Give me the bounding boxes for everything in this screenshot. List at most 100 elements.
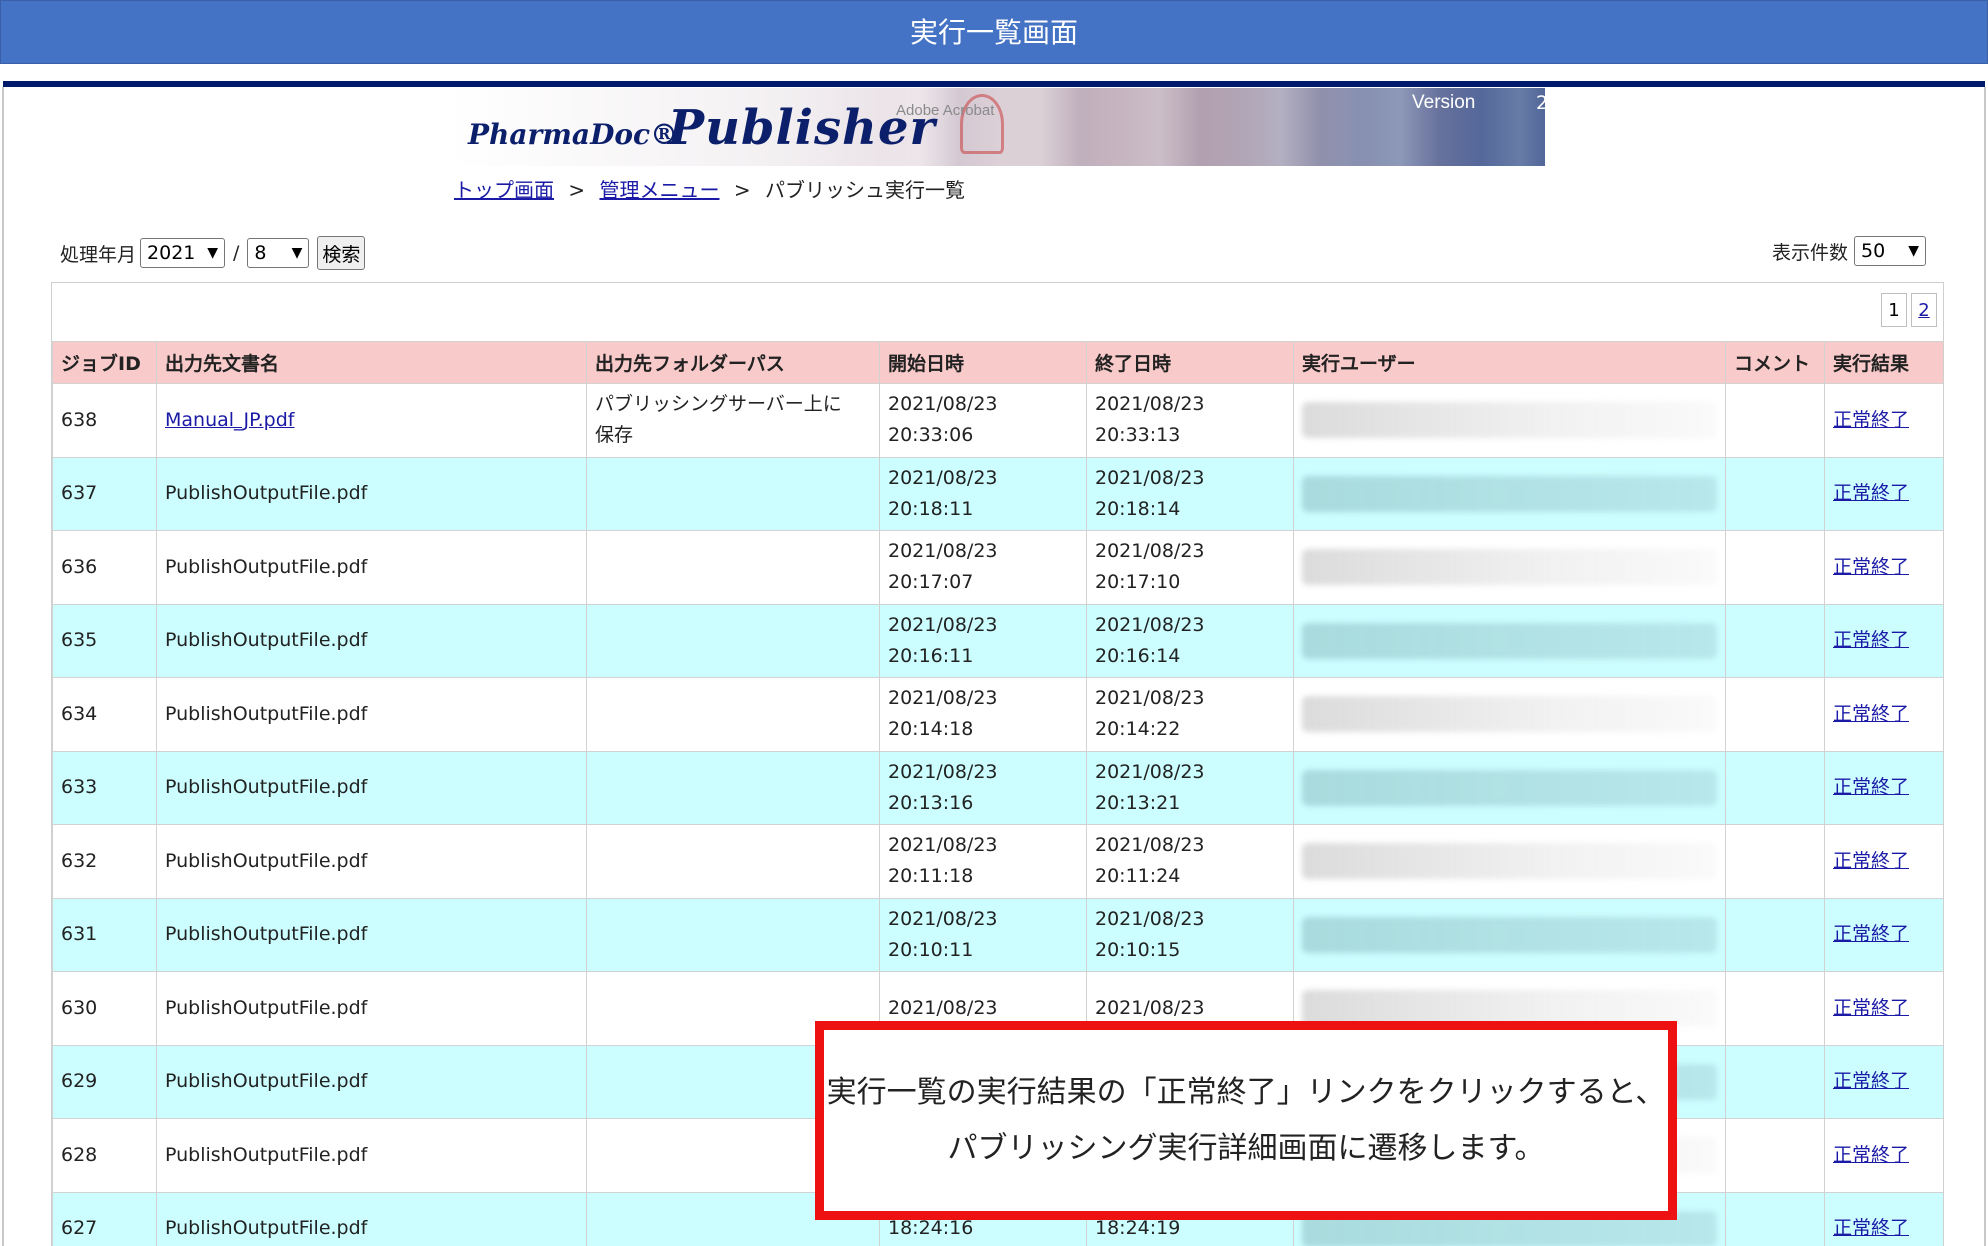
comment-cell xyxy=(1725,1118,1825,1193)
page-2-link[interactable]: 2 xyxy=(1911,293,1937,327)
output-file-name: PublishOutputFile.pdf xyxy=(165,849,368,872)
column-header-job-id: ジョブID xyxy=(52,341,157,384)
redacted-user xyxy=(1302,916,1717,953)
search-button[interactable]: 検索 xyxy=(317,236,366,270)
folder-path-line: 保存 xyxy=(595,424,634,447)
start-datetime-cell: 2021/08/23 20:18:11 xyxy=(879,456,1087,531)
result-cell: 正常終了 xyxy=(1824,1191,1943,1246)
end-datetime-cell: 2021/08/23 20:17:10 xyxy=(1086,530,1294,605)
output-name-cell: PublishOutputFile.pdf xyxy=(156,1191,587,1246)
breadcrumb-top-link[interactable]: トップ画面 xyxy=(454,178,554,202)
end-date: 2021/08/23 xyxy=(1095,760,1205,783)
display-count-select[interactable]: 50 ▼ xyxy=(1854,236,1927,266)
start-datetime-cell: 2021/08/23 20:10:11 xyxy=(879,897,1087,972)
month-select[interactable]: 8 ▼ xyxy=(247,238,310,268)
start-time: 20:10:11 xyxy=(888,938,974,961)
frame-border-left xyxy=(2,87,4,1246)
output-name-cell: PublishOutputFile.pdf xyxy=(156,677,587,752)
breadcrumb-admin-link[interactable]: 管理メニュー xyxy=(599,178,719,202)
output-file-name: PublishOutputFile.pdf xyxy=(165,482,368,505)
year-value: 2021 xyxy=(147,242,196,264)
comment-cell xyxy=(1725,1191,1825,1246)
result-success-link[interactable]: 正常終了 xyxy=(1833,703,1909,725)
end-date: 2021/08/23 xyxy=(1095,907,1205,930)
end-date: 2021/08/23 xyxy=(1095,613,1205,636)
start-time: 20:17:07 xyxy=(888,571,974,594)
user-cell xyxy=(1293,750,1726,825)
breadcrumb-separator: > xyxy=(733,178,751,202)
comment-cell xyxy=(1725,530,1825,605)
result-success-link[interactable]: 正常終了 xyxy=(1833,629,1909,651)
acrobat-label: Adobe Acrobat xyxy=(896,102,995,119)
start-time: 20:18:11 xyxy=(888,497,974,520)
result-success-link[interactable]: 正常終了 xyxy=(1833,1217,1909,1239)
job-id-cell: 632 xyxy=(52,824,157,899)
output-file-name: PublishOutputFile.pdf xyxy=(165,776,368,799)
start-date: 2021/08/23 xyxy=(888,393,998,416)
start-time: 20:11:18 xyxy=(888,865,974,888)
user-cell xyxy=(1293,824,1726,899)
result-success-link[interactable]: 正常終了 xyxy=(1833,409,1909,431)
display-count-value: 50 xyxy=(1861,240,1886,262)
start-date: 2021/08/23 xyxy=(888,540,998,563)
end-datetime-cell: 2021/08/23 20:16:14 xyxy=(1086,603,1294,678)
result-success-link[interactable]: 正常終了 xyxy=(1833,923,1909,945)
page-1: 1 xyxy=(1881,293,1907,327)
output-file-name: PublishOutputFile.pdf xyxy=(165,1070,368,1093)
start-time: 20:33:06 xyxy=(888,424,974,447)
year-select[interactable]: 2021 ▼ xyxy=(140,238,226,268)
result-cell: 正常終了 xyxy=(1824,824,1943,899)
table-row: 637 PublishOutputFile.pdf 2021/08/23 20:18:… xyxy=(52,456,1943,531)
start-datetime-cell: 2021/08/23 20:17:07 xyxy=(879,530,1087,605)
output-name-cell: PublishOutputFile.pdf xyxy=(156,1044,587,1119)
result-success-link[interactable]: 正常終了 xyxy=(1833,1144,1909,1166)
redacted-user xyxy=(1302,622,1717,659)
job-id-cell: 629 xyxy=(52,1044,157,1119)
result-cell: 正常終了 xyxy=(1824,750,1943,825)
month-value: 8 xyxy=(254,242,267,264)
chevron-down-icon: ▼ xyxy=(1908,243,1920,259)
display-count-label: 表示件数 xyxy=(1772,241,1849,264)
comment-cell xyxy=(1725,971,1825,1046)
end-datetime-cell: 2021/08/23 20:14:22 xyxy=(1086,677,1294,752)
job-id-cell: 627 xyxy=(52,1191,157,1246)
result-cell: 正常終了 xyxy=(1824,530,1943,605)
redacted-user xyxy=(1302,402,1717,439)
folder-path-cell xyxy=(586,603,880,678)
result-success-link[interactable]: 正常終了 xyxy=(1833,776,1909,798)
start-date: 2021/08/23 xyxy=(888,760,998,783)
start-time: 20:14:18 xyxy=(888,718,974,741)
folder-path-cell xyxy=(586,897,880,972)
output-name-cell: PublishOutputFile.pdf xyxy=(156,971,587,1046)
redacted-user xyxy=(1302,549,1717,586)
start-date: 2021/08/23 xyxy=(888,466,998,489)
start-datetime-cell: 2021/08/23 20:16:11 xyxy=(879,603,1087,678)
output-file-name: PublishOutputFile.pdf xyxy=(165,923,368,946)
comment-cell xyxy=(1725,750,1825,825)
window-title: 実行一覧画面 xyxy=(0,0,1988,64)
output-name-cell: PublishOutputFile.pdf xyxy=(156,456,587,531)
result-success-link[interactable]: 正常終了 xyxy=(1833,556,1909,578)
annotation-callout: 実行一覧の実行結果の「正常終了」リンクをクリックすると、 パブリッシング実行詳細… xyxy=(815,1021,1677,1220)
breadcrumb: トップ画面 > 管理メニュー > パブリッシュ実行一覧 xyxy=(454,174,965,203)
result-success-link[interactable]: 正常終了 xyxy=(1833,1070,1909,1092)
brand-pharmadoc: PharmaDoc® xyxy=(468,118,679,151)
chevron-down-icon: ▼ xyxy=(291,245,303,261)
user-cell xyxy=(1293,677,1726,752)
comment-cell xyxy=(1725,897,1825,972)
result-cell: 正常終了 xyxy=(1824,603,1943,678)
redacted-user xyxy=(1302,475,1717,512)
comment-cell xyxy=(1725,603,1825,678)
table-row: 638 Manual_JP.pdf パブリッシングサーバー上に 保存 2021/08/2… xyxy=(52,383,1943,458)
result-cell: 正常終了 xyxy=(1824,1118,1943,1193)
output-file-link[interactable]: Manual_JP.pdf xyxy=(165,409,295,431)
result-success-link[interactable]: 正常終了 xyxy=(1833,850,1909,872)
output-name-cell: PublishOutputFile.pdf xyxy=(156,897,587,972)
result-success-link[interactable]: 正常終了 xyxy=(1833,482,1909,504)
start-date: 2021/08/23 xyxy=(888,834,998,857)
user-cell xyxy=(1293,383,1726,458)
header-rule xyxy=(3,81,1985,87)
column-header-comment: コメント xyxy=(1725,341,1825,384)
result-success-link[interactable]: 正常終了 xyxy=(1833,997,1909,1019)
start-datetime-cell: 2021/08/23 20:11:18 xyxy=(879,824,1087,899)
